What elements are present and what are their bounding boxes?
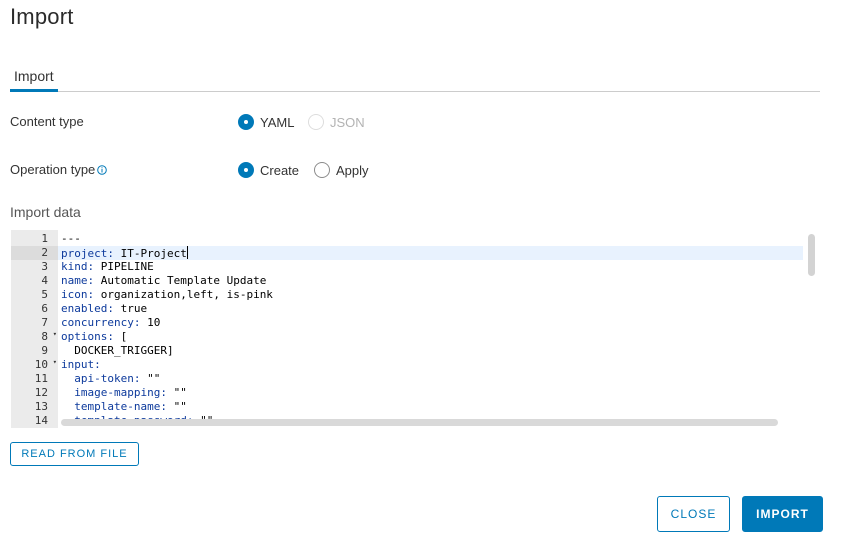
radio-unchecked-icon	[314, 162, 330, 178]
code-text-area[interactable]: --- project: IT-Project kind: PIPELINE name…	[58, 230, 817, 428]
code-value: DOCKER_TRIGGER]	[61, 344, 174, 357]
operation-type-row: Operation type Create Apply	[10, 160, 810, 180]
text-cursor	[186, 246, 188, 259]
code-line: DOCKER_TRIGGER]	[58, 344, 817, 358]
operation-type-label: Operation type	[10, 162, 96, 177]
code-key: input:	[61, 358, 101, 371]
read-from-file-button[interactable]: READ FROM FILE	[10, 442, 139, 466]
operation-type-apply-radio[interactable]: Apply	[314, 161, 378, 179]
code-value: ---	[61, 232, 81, 245]
line-number: 10	[34, 358, 48, 371]
line-number: 2	[11, 246, 58, 260]
code-key: options:	[61, 330, 114, 343]
line-number: 12	[34, 386, 48, 399]
content-type-json-radio[interactable]: JSON	[308, 113, 368, 131]
radio-checked-icon	[238, 114, 254, 130]
code-value: ""	[166, 386, 187, 399]
code-key: name:	[61, 274, 95, 287]
tab-import[interactable]: Import	[10, 64, 58, 92]
horizontal-scrollbar[interactable]	[61, 419, 778, 426]
code-line: name: Automatic Template Update	[58, 274, 817, 288]
code-line: input:	[58, 358, 817, 372]
code-line: enabled: true	[58, 302, 817, 316]
content-type-yaml-label: YAML	[260, 115, 295, 130]
line-number: 7	[41, 316, 48, 329]
close-button[interactable]: CLOSE	[657, 496, 730, 532]
tab-bar: Import	[10, 64, 820, 92]
operation-type-label-wrap: Operation type	[10, 162, 108, 177]
code-line: project: IT-Project	[58, 246, 803, 260]
import-data-label: Import data	[10, 204, 81, 220]
dialog-title: Import	[10, 4, 74, 29]
code-value: ""	[140, 372, 161, 385]
code-key: image-mapping:	[61, 386, 167, 399]
line-number: 11	[34, 372, 48, 385]
code-line: template-name: ""	[58, 400, 817, 414]
code-key: api-token:	[61, 372, 141, 385]
content-type-yaml-radio[interactable]: YAML	[238, 113, 298, 131]
line-number: 6	[41, 302, 48, 315]
import-button[interactable]: IMPORT	[742, 496, 823, 532]
code-value: [	[113, 330, 128, 343]
code-value: 10	[140, 316, 161, 329]
code-value: Automatic Template Update	[94, 274, 267, 287]
code-line: icon: organization,left, is-pink	[58, 288, 817, 302]
code-editor[interactable]: 1 2 3 4 5 6 7 8 ▾ 9 10 ▾ 11 12 13 14 --- project: IT-Pro…	[10, 229, 818, 429]
operation-type-apply-label: Apply	[336, 163, 369, 178]
code-key: concurrency:	[61, 316, 141, 329]
code-key: icon:	[61, 288, 95, 301]
line-number: 5	[41, 288, 48, 301]
code-value: ""	[166, 400, 187, 413]
code-value: organization,left, is-pink	[94, 288, 273, 301]
code-line: options: [	[58, 330, 817, 344]
operation-type-create-radio[interactable]: Create	[238, 161, 304, 179]
code-line: ---	[58, 232, 817, 246]
line-number: 14	[34, 414, 48, 427]
code-value: IT-Project	[113, 247, 187, 260]
operation-type-create-label: Create	[260, 163, 300, 178]
line-number: 9	[41, 344, 48, 357]
radio-checked-icon	[238, 162, 254, 178]
fold-arrow-icon[interactable]: ▾	[53, 358, 57, 366]
line-number: 3	[41, 260, 48, 273]
code-line: concurrency: 10	[58, 316, 817, 330]
content-type-row: Content type YAML JSON	[10, 112, 810, 132]
line-number: 13	[34, 400, 48, 413]
code-key: kind:	[61, 260, 95, 273]
code-line: api-token: ""	[58, 372, 817, 386]
code-key: enabled:	[61, 302, 114, 315]
line-number-gutter: 1 2 3 4 5 6 7 8 ▾ 9 10 ▾ 11 12 13 14	[11, 230, 58, 428]
code-value: PIPELINE	[94, 260, 154, 273]
import-dialog: Import Import Content type YAML JSON Ope…	[0, 0, 843, 543]
radio-unchecked-icon	[308, 114, 324, 130]
content-type-label: Content type	[10, 114, 84, 129]
info-icon[interactable]	[97, 165, 108, 175]
fold-arrow-icon[interactable]: ▾	[53, 330, 57, 338]
code-line: image-mapping: ""	[58, 386, 817, 400]
line-number: 4	[41, 274, 48, 287]
code-value: true	[113, 302, 148, 315]
vertical-scrollbar[interactable]	[808, 234, 815, 276]
line-number: 1	[41, 232, 48, 245]
code-line: kind: PIPELINE	[58, 260, 817, 274]
code-key: project:	[61, 247, 114, 260]
line-number: 8	[41, 330, 48, 343]
content-type-json-label: JSON	[330, 115, 365, 130]
code-key: template-name:	[61, 400, 167, 413]
